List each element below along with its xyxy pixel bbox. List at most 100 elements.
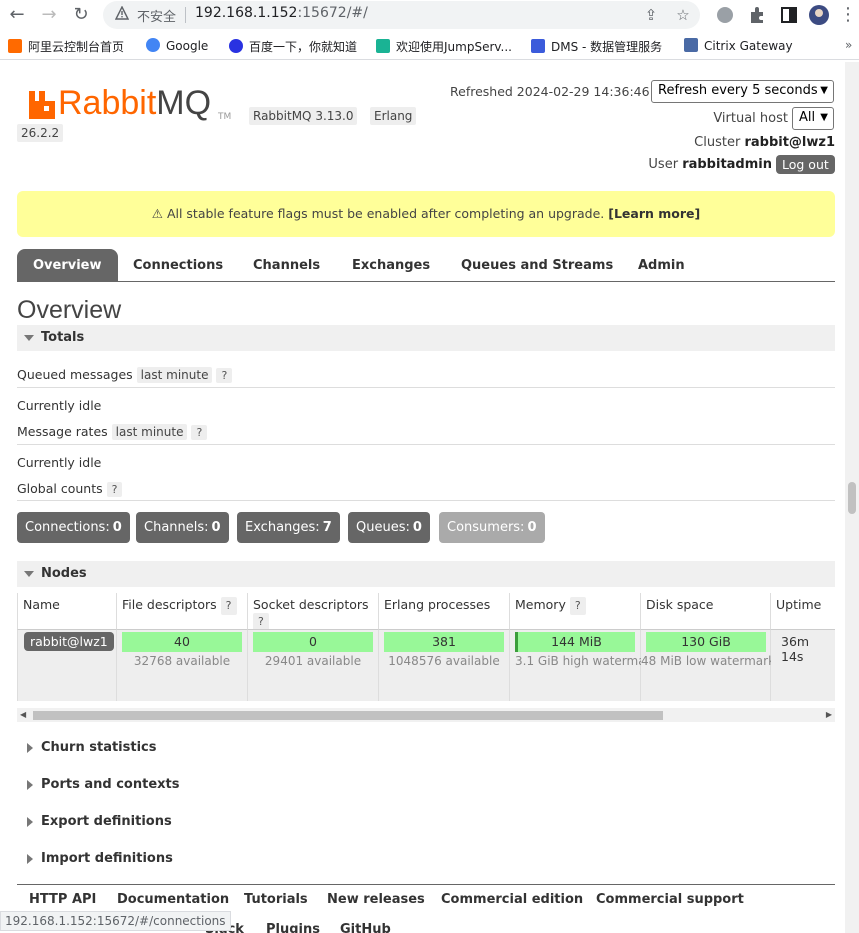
back-icon[interactable]: ← (4, 2, 30, 28)
import-definitions-toggle[interactable]: Import definitions (17, 846, 835, 872)
disk-watermark: 48 MiB low watermark (641, 654, 776, 668)
bookmark-star-icon[interactable]: ☆ (673, 5, 693, 25)
bookmarks-overflow-icon[interactable]: » (845, 38, 852, 52)
insecure-label[interactable]: 不安全 (137, 6, 176, 25)
message-rates-help[interactable]: ? (191, 425, 208, 440)
rates-idle-text: Currently idle (17, 455, 102, 470)
queued-messages-help[interactable]: ? (216, 368, 233, 383)
socket-descriptors-available: 29401 available (264, 654, 362, 668)
disk-space-cell: 130 GiB 48 MiB low watermark (641, 629, 776, 701)
triangle-right-icon (27, 854, 33, 864)
refresh-interval-select[interactable]: Refresh every 5 seconds ▼ (651, 80, 834, 103)
page-title: Overview (17, 296, 122, 324)
footer-link-plugins[interactable]: Plugins (266, 922, 320, 933)
count-value: 0 (412, 520, 422, 535)
tab-connections[interactable]: Connections (133, 249, 223, 282)
totals-section-toggle[interactable]: Totals (17, 325, 835, 351)
column-header-socket-descriptors: Socket descriptors? (248, 593, 379, 631)
tab-queues-and-streams[interactable]: Queues and Streams (461, 249, 613, 282)
memory-bar: 144 MiB (515, 632, 635, 652)
upgrade-warning-banner: ⚠ All stable feature flags must be enabl… (17, 191, 835, 237)
footer-link-new-releases[interactable]: New releases (327, 892, 425, 907)
link-status-bubble: 192.168.1.152:15672/#/connections (0, 911, 231, 931)
triangle-down-icon (24, 571, 34, 577)
erlang-processes-cell: 381 1048576 available (379, 629, 510, 701)
logo-mq: MQ (156, 84, 212, 122)
churn-statistics-toggle[interactable]: Churn statistics (17, 735, 835, 761)
export-definitions-toggle[interactable]: Export definitions (17, 809, 835, 835)
profile-avatar-icon[interactable] (808, 4, 830, 26)
forward-icon[interactable]: → (36, 2, 62, 28)
nodes-horizontal-scrollbar[interactable]: ◀ ▶ (17, 708, 835, 722)
queues-count[interactable]: Queues: 0 (348, 512, 430, 543)
column-label: Socket descriptors (253, 597, 369, 612)
message-rates-range[interactable]: last minute (111, 424, 188, 440)
tab-channels[interactable]: Channels (253, 249, 320, 282)
warning-icon[interactable] (115, 6, 129, 20)
nodes-section-toggle[interactable]: Nodes (17, 561, 835, 587)
logo-rabbit: Rabbit (58, 84, 157, 122)
count-label: Consumers: (447, 520, 525, 535)
channels-count[interactable]: Channels: 0 (136, 512, 229, 543)
footer-link-documentation[interactable]: Documentation (117, 892, 229, 907)
footer-link-commercial-support[interactable]: Commercial support (596, 892, 744, 907)
connections-count[interactable]: Connections: 0 (17, 512, 130, 543)
page-vertical-scrollbar[interactable] (845, 62, 859, 933)
uptime-seconds: 14s (781, 649, 804, 664)
bookmark-dms[interactable]: DMS - 数据管理服务 (531, 38, 662, 55)
exchanges-count[interactable]: Exchanges: 7 (237, 512, 340, 543)
ports-and-contexts-toggle[interactable]: Ports and contexts (17, 772, 835, 798)
address-bar[interactable]: 不安全 192.168.1.152:15672/#/ ⇪ ☆ (103, 1, 700, 29)
jumpserver-icon (376, 39, 390, 53)
count-value: 0 (211, 520, 221, 535)
user-label: User (648, 157, 679, 172)
message-rates-row: Message rates last minute? (17, 424, 208, 440)
column-header-name: Name (17, 593, 117, 629)
node-name-link[interactable]: rabbit@lwz1 (24, 632, 114, 651)
side-panel-icon[interactable] (778, 4, 800, 26)
scrollbar-thumb[interactable] (33, 711, 663, 720)
cluster-name: rabbit@lwz1 (744, 135, 835, 150)
reload-icon[interactable]: ↻ (68, 2, 94, 28)
extensions-puzzle-icon[interactable] (746, 4, 768, 26)
scrollbar-thumb[interactable] (848, 482, 856, 514)
footer-link-github[interactable]: GitHub (340, 922, 391, 933)
chevron-down-icon: ▼ (820, 85, 828, 96)
footer-link-commercial-edition[interactable]: Commercial edition (441, 892, 583, 907)
url-path: :15672/#/ (297, 5, 368, 21)
share-icon[interactable]: ⇪ (641, 5, 661, 25)
consumers-count[interactable]: Consumers: 0 (439, 512, 545, 543)
bookmarks-bar: 阿里云控制台首页 Google 百度一下，你就知道 欢迎使用JumpServ..… (0, 32, 859, 60)
triangle-right-icon (27, 780, 33, 790)
user-info: User rabbitadmin (600, 157, 772, 172)
browser-menu-icon[interactable]: ⋮ (838, 2, 858, 28)
learn-more-link[interactable]: [Learn more] (608, 206, 700, 221)
tab-admin[interactable]: Admin (638, 249, 685, 282)
vhost-select[interactable]: All ▼ (792, 107, 834, 130)
bookmark-google[interactable]: Google (146, 38, 208, 53)
file-descriptors-help[interactable]: ? (220, 597, 237, 615)
bookmark-baidu[interactable]: 百度一下，你就知道 (229, 38, 357, 55)
global-counts-help[interactable]: ? (106, 482, 123, 497)
bookmark-citrix[interactable]: Citrix Gateway (684, 38, 793, 53)
url-text[interactable]: 192.168.1.152:15672/#/ (195, 5, 368, 21)
bookmark-aliyun[interactable]: 阿里云控制台首页 (8, 38, 124, 55)
count-label: Queues: (356, 520, 410, 535)
queued-messages-range[interactable]: last minute (136, 367, 213, 383)
scroll-right-icon[interactable]: ▶ (826, 710, 832, 719)
chevron-down-icon: ▼ (820, 112, 828, 123)
tab-exchanges[interactable]: Exchanges (352, 249, 430, 282)
erlang-processes-bar: 381 (384, 632, 504, 652)
nodes-heading: Nodes (41, 566, 87, 581)
footer-link-tutorials[interactable]: Tutorials (244, 892, 308, 907)
browser-toolbar: ← → ↻ 不安全 192.168.1.152:15672/#/ ⇪ ☆ ⋮ (0, 0, 859, 30)
tab-overview[interactable]: Overview (17, 249, 118, 282)
footer-link-http-api[interactable]: HTTP API (29, 892, 96, 907)
omnibox-divider (185, 7, 186, 23)
scroll-left-icon[interactable]: ◀ (20, 710, 26, 719)
memory-help[interactable]: ? (569, 597, 586, 615)
logout-button[interactable]: Log out (776, 155, 835, 174)
section-heading: Churn statistics (41, 740, 157, 755)
bookmark-jumpserver[interactable]: 欢迎使用JumpServ... (376, 38, 512, 55)
extension-circle-icon[interactable] (714, 4, 736, 26)
